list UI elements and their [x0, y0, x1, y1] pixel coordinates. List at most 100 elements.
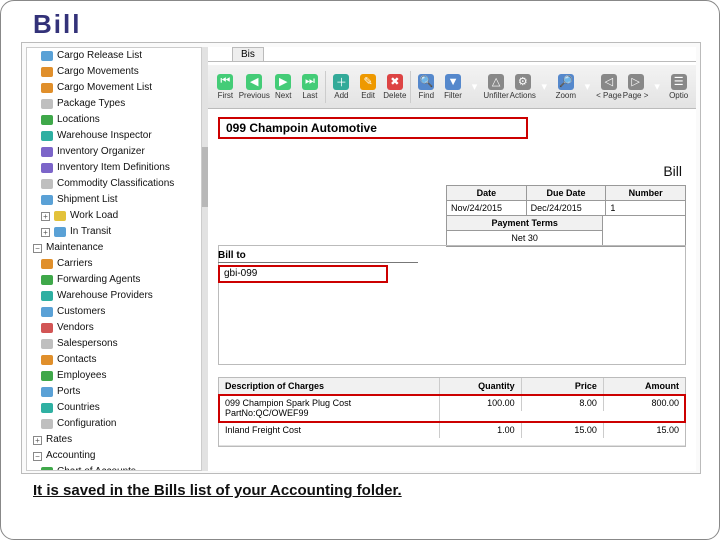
prev-button[interactable]: ◀Previous — [239, 66, 270, 108]
folder-icon — [41, 275, 53, 285]
add-icon: ＋ — [333, 74, 349, 90]
tree-item[interactable]: Inventory Organizer — [27, 144, 201, 160]
tree-item[interactable]: Salespersons — [27, 336, 201, 352]
tree-item-label: Employees — [57, 369, 106, 383]
charge-qty: 100.00 — [440, 395, 522, 411]
toolbar-label: Delete — [383, 91, 406, 100]
tree-item[interactable]: Customers — [27, 304, 201, 320]
tree-item[interactable]: +Work Load — [27, 208, 201, 224]
delete-button[interactable]: ✖Delete — [381, 66, 408, 108]
tree-item-label: Chart of Accounts — [57, 465, 136, 471]
tree-item[interactable]: Configuration — [27, 416, 201, 432]
prev-icon: ◀ — [246, 74, 262, 90]
edit-button[interactable]: ✎Edit — [355, 66, 382, 108]
toolbar-label: Previous — [239, 91, 270, 100]
col-due: Due Date — [527, 186, 607, 201]
folder-icon — [41, 51, 53, 61]
col-quantity: Quantity — [440, 378, 522, 394]
tree-item[interactable]: Countries — [27, 400, 201, 416]
date-value[interactable]: Nov/24/2015 — [447, 201, 527, 216]
actions-button[interactable]: ⚙Actions — [509, 66, 536, 108]
next-button[interactable]: ▶Next — [270, 66, 297, 108]
charge-row[interactable]: Inland Freight Cost1.0015.0015.00 — [219, 422, 685, 446]
tree-item[interactable]: Package Types — [27, 96, 201, 112]
find-button[interactable]: 🔍Find — [413, 66, 440, 108]
tree-item[interactable]: +In Transit — [27, 224, 201, 240]
col-date: Date — [447, 186, 527, 201]
toolbar-label: First — [218, 91, 234, 100]
toolbar-label: Zoom — [556, 91, 576, 100]
tree-group-accounting[interactable]: −Accounting — [27, 448, 201, 464]
tree-item[interactable]: Employees — [27, 368, 201, 384]
dd2-icon: ▾ — [536, 78, 552, 94]
unfilter-button[interactable]: △Unfilter — [483, 66, 510, 108]
toolbar-label: Edit — [361, 91, 375, 100]
tree-item-label: Configuration — [57, 417, 116, 431]
charges-table: Description of Charges Quantity Price Am… — [218, 377, 686, 447]
options-button[interactable]: ☰Optio — [665, 66, 692, 108]
folder-icon — [41, 99, 53, 109]
charge-row[interactable]: 099 Champion Spark Plug CostPartNo:QC/OW… — [219, 395, 685, 422]
tree-item[interactable]: Forwarding Agents — [27, 272, 201, 288]
filter-icon: ▼ — [445, 74, 461, 90]
toolbar-label: Page > — [623, 91, 649, 100]
tree-item[interactable]: Warehouse Inspector — [27, 128, 201, 144]
pageprev-button[interactable]: ◁< Page — [596, 66, 623, 108]
tree-item[interactable]: Commodity Classifications — [27, 176, 201, 192]
number-value[interactable]: 1 — [606, 201, 685, 216]
add-button[interactable]: ＋Add — [328, 66, 355, 108]
first-button[interactable]: ⏮First — [212, 66, 239, 108]
tree-item[interactable]: Vendors — [27, 320, 201, 336]
zoom-icon: 🔎 — [558, 74, 574, 90]
bill-to-value[interactable]: gbi-099 — [218, 265, 388, 283]
tree-item[interactable]: Warehouse Providers — [27, 288, 201, 304]
toolbar-label: Unfilter — [483, 91, 508, 100]
tree-item-label: Salespersons — [57, 337, 118, 351]
charge-amt: 15.00 — [604, 422, 685, 438]
folder-icon — [41, 467, 53, 471]
slide-title: Bill — [33, 9, 711, 40]
tree-item[interactable]: Chart of Accounts — [27, 464, 201, 471]
zoom-button[interactable]: 🔎Zoom — [552, 66, 579, 108]
tree-item[interactable]: Cargo Movements — [27, 64, 201, 80]
tree-item-label: Inventory Item Definitions — [57, 161, 170, 175]
tree-item-label: Warehouse Providers — [57, 289, 153, 303]
tree-item-label: Cargo Release List — [57, 49, 142, 63]
tree-item-label: Contacts — [57, 353, 96, 367]
folder-icon — [41, 179, 53, 189]
folder-icon — [41, 195, 53, 205]
folder-icon — [41, 147, 53, 157]
tree-item[interactable]: Inventory Item Definitions — [27, 160, 201, 176]
tree-item[interactable]: Locations — [27, 112, 201, 128]
folder-icon — [41, 115, 53, 125]
dd1-button[interactable]: ▾ — [466, 66, 482, 108]
vendor-header: 099 Champoin Automotive — [218, 117, 528, 139]
edit-icon: ✎ — [360, 74, 376, 90]
bill-to-section: Bill to gbi-099 — [218, 250, 418, 283]
tab-bills[interactable]: Bis — [232, 47, 264, 61]
tree-group-maintenance[interactable]: −Maintenance — [27, 240, 201, 256]
tree-item[interactable]: Contacts — [27, 352, 201, 368]
pagenext-button[interactable]: ▷Page > — [622, 66, 649, 108]
dd4-button[interactable]: ▾ — [649, 66, 665, 108]
tree-item[interactable]: Cargo Release List — [27, 48, 201, 64]
filter-button[interactable]: ▼Filter — [440, 66, 467, 108]
toolbar-label: Last — [302, 91, 317, 100]
tree-item[interactable]: Ports — [27, 384, 201, 400]
last-icon: ⏭ — [302, 74, 318, 90]
dd3-button[interactable]: ▾ — [579, 66, 595, 108]
last-button[interactable]: ⏭Last — [297, 66, 324, 108]
dd2-button[interactable]: ▾ — [536, 66, 552, 108]
charge-desc: 099 Champion Spark Plug CostPartNo:QC/OW… — [219, 395, 440, 421]
nav-tree[interactable]: Cargo Release ListCargo MovementsCargo M… — [26, 47, 202, 471]
terms-value[interactable]: Net 30 — [447, 231, 603, 246]
folder-icon — [41, 403, 53, 413]
due-value[interactable]: Dec/24/2015 — [527, 201, 607, 216]
tree-item[interactable]: Cargo Movement List — [27, 80, 201, 96]
charge-price: 8.00 — [522, 395, 604, 411]
tree-group-rates[interactable]: +Rates — [27, 432, 201, 448]
tree-item[interactable]: Shipment List — [27, 192, 201, 208]
tree-item[interactable]: Carriers — [27, 256, 201, 272]
folder-icon — [41, 163, 53, 173]
toolbar-label: Next — [275, 91, 291, 100]
